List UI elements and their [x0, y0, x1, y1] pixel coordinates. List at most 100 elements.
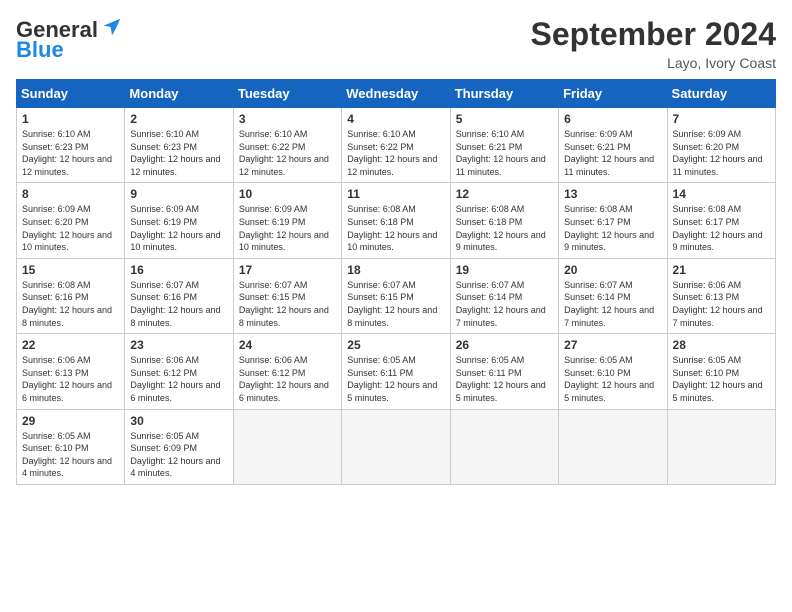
calendar-cell: 26 Sunrise: 6:05 AM Sunset: 6:11 PM Dayl…: [450, 334, 558, 409]
day-number: 23: [130, 338, 227, 352]
col-friday: Friday: [559, 80, 667, 108]
logo-blue: Blue: [16, 37, 64, 63]
col-sunday: Sunday: [17, 80, 125, 108]
calendar-cell: 8 Sunrise: 6:09 AM Sunset: 6:20 PM Dayli…: [17, 183, 125, 258]
col-wednesday: Wednesday: [342, 80, 450, 108]
day-info: Sunrise: 6:05 AM Sunset: 6:11 PM Dayligh…: [347, 354, 444, 404]
day-number: 22: [22, 338, 119, 352]
calendar-cell: 22 Sunrise: 6:06 AM Sunset: 6:13 PM Dayl…: [17, 334, 125, 409]
day-number: 20: [564, 263, 661, 277]
title-area: September 2024 Layo, Ivory Coast: [531, 16, 776, 71]
day-info: Sunrise: 6:08 AM Sunset: 6:18 PM Dayligh…: [456, 203, 553, 253]
day-info: Sunrise: 6:07 AM Sunset: 6:14 PM Dayligh…: [456, 279, 553, 329]
day-info: Sunrise: 6:10 AM Sunset: 6:22 PM Dayligh…: [239, 128, 336, 178]
day-info: Sunrise: 6:08 AM Sunset: 6:17 PM Dayligh…: [673, 203, 770, 253]
day-info: Sunrise: 6:10 AM Sunset: 6:22 PM Dayligh…: [347, 128, 444, 178]
logo-bird-icon: [101, 16, 123, 43]
calendar-cell: 28 Sunrise: 6:05 AM Sunset: 6:10 PM Dayl…: [667, 334, 775, 409]
col-tuesday: Tuesday: [233, 80, 341, 108]
day-info: Sunrise: 6:05 AM Sunset: 6:10 PM Dayligh…: [22, 430, 119, 480]
day-number: 14: [673, 187, 770, 201]
day-number: 5: [456, 112, 553, 126]
calendar-cell: 12 Sunrise: 6:08 AM Sunset: 6:18 PM Dayl…: [450, 183, 558, 258]
day-info: Sunrise: 6:08 AM Sunset: 6:16 PM Dayligh…: [22, 279, 119, 329]
calendar-cell: 17 Sunrise: 6:07 AM Sunset: 6:15 PM Dayl…: [233, 258, 341, 333]
calendar-cell: 11 Sunrise: 6:08 AM Sunset: 6:18 PM Dayl…: [342, 183, 450, 258]
calendar-cell: 16 Sunrise: 6:07 AM Sunset: 6:16 PM Dayl…: [125, 258, 233, 333]
calendar-cell: 19 Sunrise: 6:07 AM Sunset: 6:14 PM Dayl…: [450, 258, 558, 333]
day-info: Sunrise: 6:05 AM Sunset: 6:10 PM Dayligh…: [564, 354, 661, 404]
day-info: Sunrise: 6:06 AM Sunset: 6:12 PM Dayligh…: [130, 354, 227, 404]
day-number: 9: [130, 187, 227, 201]
day-info: Sunrise: 6:06 AM Sunset: 6:12 PM Dayligh…: [239, 354, 336, 404]
day-info: Sunrise: 6:10 AM Sunset: 6:23 PM Dayligh…: [130, 128, 227, 178]
location: Layo, Ivory Coast: [531, 55, 776, 71]
calendar-week-row: 8 Sunrise: 6:09 AM Sunset: 6:20 PM Dayli…: [17, 183, 776, 258]
day-info: Sunrise: 6:07 AM Sunset: 6:14 PM Dayligh…: [564, 279, 661, 329]
day-number: 4: [347, 112, 444, 126]
calendar-cell: 3 Sunrise: 6:10 AM Sunset: 6:22 PM Dayli…: [233, 108, 341, 183]
calendar-cell: 25 Sunrise: 6:05 AM Sunset: 6:11 PM Dayl…: [342, 334, 450, 409]
calendar-week-row: 1 Sunrise: 6:10 AM Sunset: 6:23 PM Dayli…: [17, 108, 776, 183]
calendar-cell: 9 Sunrise: 6:09 AM Sunset: 6:19 PM Dayli…: [125, 183, 233, 258]
day-number: 25: [347, 338, 444, 352]
day-info: Sunrise: 6:10 AM Sunset: 6:23 PM Dayligh…: [22, 128, 119, 178]
day-info: Sunrise: 6:07 AM Sunset: 6:15 PM Dayligh…: [347, 279, 444, 329]
calendar-cell: 5 Sunrise: 6:10 AM Sunset: 6:21 PM Dayli…: [450, 108, 558, 183]
calendar-cell: 18 Sunrise: 6:07 AM Sunset: 6:15 PM Dayl…: [342, 258, 450, 333]
day-info: Sunrise: 6:07 AM Sunset: 6:16 PM Dayligh…: [130, 279, 227, 329]
calendar-cell: 30 Sunrise: 6:05 AM Sunset: 6:09 PM Dayl…: [125, 409, 233, 484]
day-info: Sunrise: 6:09 AM Sunset: 6:21 PM Dayligh…: [564, 128, 661, 178]
day-number: 12: [456, 187, 553, 201]
calendar-week-row: 15 Sunrise: 6:08 AM Sunset: 6:16 PM Dayl…: [17, 258, 776, 333]
logo: General Blue: [16, 16, 123, 63]
day-number: 19: [456, 263, 553, 277]
calendar-week-row: 29 Sunrise: 6:05 AM Sunset: 6:10 PM Dayl…: [17, 409, 776, 484]
day-info: Sunrise: 6:09 AM Sunset: 6:20 PM Dayligh…: [22, 203, 119, 253]
page-header: General Blue September 2024 Layo, Ivory …: [16, 16, 776, 71]
day-info: Sunrise: 6:09 AM Sunset: 6:19 PM Dayligh…: [130, 203, 227, 253]
day-number: 10: [239, 187, 336, 201]
calendar-cell: 29 Sunrise: 6:05 AM Sunset: 6:10 PM Dayl…: [17, 409, 125, 484]
col-monday: Monday: [125, 80, 233, 108]
calendar-cell: [233, 409, 341, 484]
month-title: September 2024: [531, 16, 776, 53]
calendar-week-row: 22 Sunrise: 6:06 AM Sunset: 6:13 PM Dayl…: [17, 334, 776, 409]
day-number: 16: [130, 263, 227, 277]
calendar-cell: [450, 409, 558, 484]
calendar-cell: 13 Sunrise: 6:08 AM Sunset: 6:17 PM Dayl…: [559, 183, 667, 258]
day-number: 30: [130, 414, 227, 428]
calendar-cell: 20 Sunrise: 6:07 AM Sunset: 6:14 PM Dayl…: [559, 258, 667, 333]
calendar-cell: 7 Sunrise: 6:09 AM Sunset: 6:20 PM Dayli…: [667, 108, 775, 183]
day-number: 29: [22, 414, 119, 428]
day-number: 18: [347, 263, 444, 277]
day-number: 28: [673, 338, 770, 352]
day-number: 1: [22, 112, 119, 126]
day-number: 8: [22, 187, 119, 201]
day-info: Sunrise: 6:05 AM Sunset: 6:10 PM Dayligh…: [673, 354, 770, 404]
col-saturday: Saturday: [667, 80, 775, 108]
day-info: Sunrise: 6:05 AM Sunset: 6:09 PM Dayligh…: [130, 430, 227, 480]
calendar-cell: 27 Sunrise: 6:05 AM Sunset: 6:10 PM Dayl…: [559, 334, 667, 409]
calendar-cell: [342, 409, 450, 484]
calendar-cell: 15 Sunrise: 6:08 AM Sunset: 6:16 PM Dayl…: [17, 258, 125, 333]
calendar-table: Sunday Monday Tuesday Wednesday Thursday…: [16, 79, 776, 485]
day-number: 17: [239, 263, 336, 277]
day-info: Sunrise: 6:08 AM Sunset: 6:17 PM Dayligh…: [564, 203, 661, 253]
day-info: Sunrise: 6:06 AM Sunset: 6:13 PM Dayligh…: [673, 279, 770, 329]
day-number: 13: [564, 187, 661, 201]
calendar-cell: 21 Sunrise: 6:06 AM Sunset: 6:13 PM Dayl…: [667, 258, 775, 333]
day-number: 3: [239, 112, 336, 126]
day-info: Sunrise: 6:05 AM Sunset: 6:11 PM Dayligh…: [456, 354, 553, 404]
calendar-cell: [667, 409, 775, 484]
day-info: Sunrise: 6:06 AM Sunset: 6:13 PM Dayligh…: [22, 354, 119, 404]
calendar-cell: 14 Sunrise: 6:08 AM Sunset: 6:17 PM Dayl…: [667, 183, 775, 258]
day-info: Sunrise: 6:07 AM Sunset: 6:15 PM Dayligh…: [239, 279, 336, 329]
day-info: Sunrise: 6:10 AM Sunset: 6:21 PM Dayligh…: [456, 128, 553, 178]
calendar-cell: 2 Sunrise: 6:10 AM Sunset: 6:23 PM Dayli…: [125, 108, 233, 183]
col-thursday: Thursday: [450, 80, 558, 108]
day-number: 26: [456, 338, 553, 352]
day-number: 15: [22, 263, 119, 277]
calendar-header-row: Sunday Monday Tuesday Wednesday Thursday…: [17, 80, 776, 108]
day-info: Sunrise: 6:09 AM Sunset: 6:20 PM Dayligh…: [673, 128, 770, 178]
